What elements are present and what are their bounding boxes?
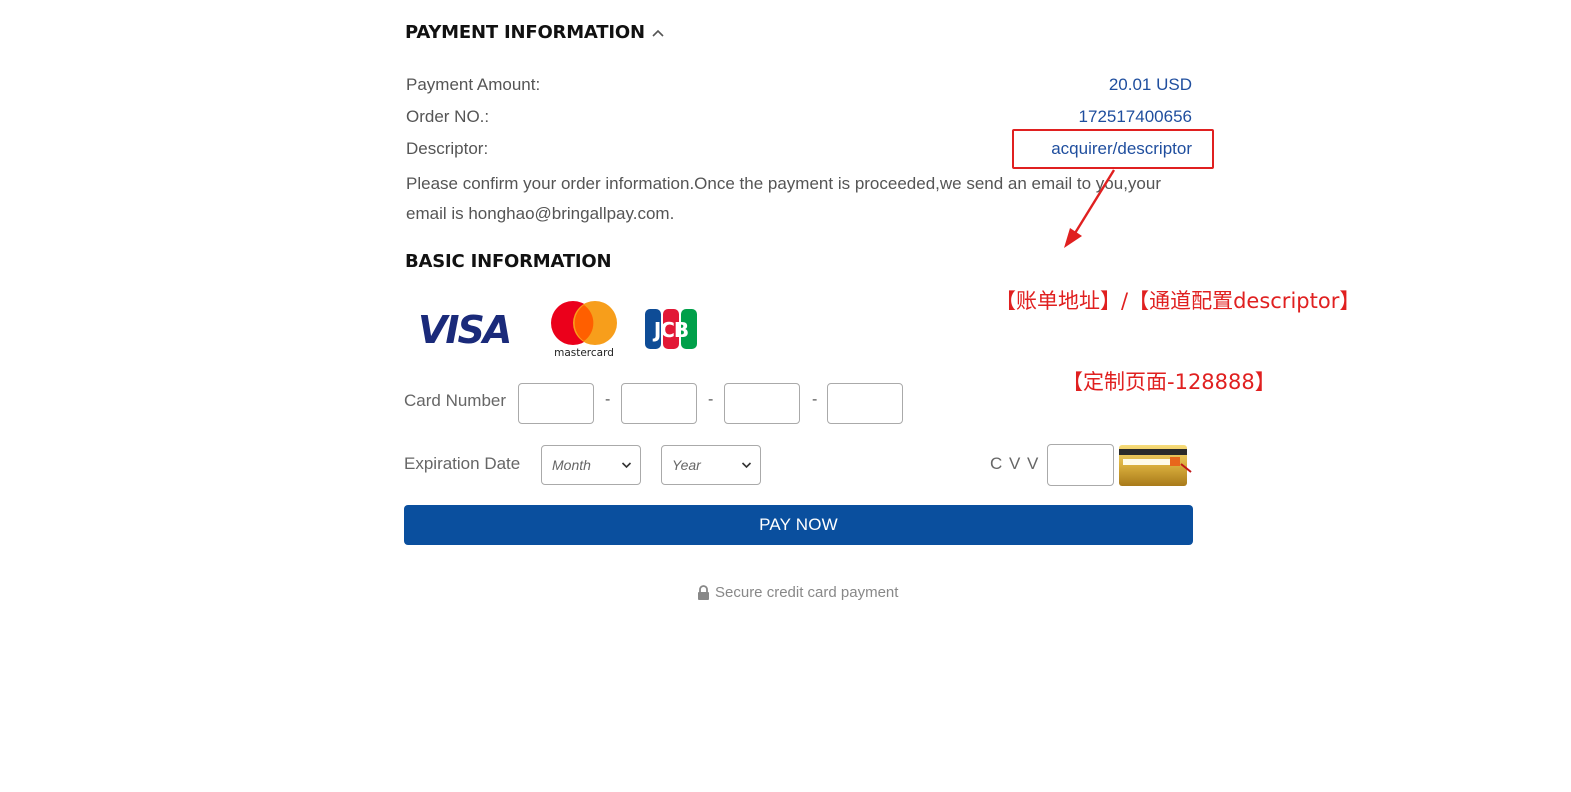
chevron-down-icon bbox=[741, 461, 752, 469]
chevron-up-icon[interactable] bbox=[651, 28, 665, 38]
descriptor-annotation: 【账单地址】/【通道配置descriptor】 bbox=[995, 289, 1361, 313]
descriptor-label: Descriptor: bbox=[406, 139, 489, 158]
svg-text:mastercard: mastercard bbox=[554, 347, 614, 359]
payment-information-title: PAYMENT INFORMATION bbox=[405, 22, 645, 43]
cvv-label: C V V bbox=[990, 454, 1040, 473]
secure-payment-note: Secure credit card payment bbox=[697, 584, 898, 601]
month-select[interactable]: Month bbox=[541, 445, 641, 485]
basic-information-title: BASIC INFORMATION bbox=[405, 251, 612, 272]
order-number-value: 172517400656 bbox=[1078, 107, 1192, 126]
descriptor-highlight-box bbox=[1012, 129, 1214, 169]
order-number-label: Order NO.: bbox=[406, 107, 490, 126]
cvv-card-back-icon bbox=[1118, 444, 1194, 488]
visa-logo: VISA bbox=[418, 309, 522, 349]
card-number-input-1[interactable] bbox=[518, 383, 594, 424]
month-select-value: Month bbox=[552, 457, 591, 473]
card-number-separator: - bbox=[708, 391, 714, 408]
card-number-separator: - bbox=[812, 391, 818, 408]
card-number-input-3[interactable] bbox=[724, 383, 800, 424]
lock-icon bbox=[697, 584, 710, 601]
annotation-arrow-icon bbox=[1060, 168, 1120, 250]
jcb-logo: JCB bbox=[644, 307, 698, 351]
custom-page-annotation: 【定制页面-128888】 bbox=[1062, 370, 1276, 394]
expiration-date-label: Expiration Date bbox=[404, 454, 521, 473]
pay-now-button[interactable]: PAY NOW bbox=[404, 505, 1193, 545]
card-brand-logos: VISA mastercard JCB bbox=[418, 298, 698, 360]
card-number-separator: - bbox=[605, 391, 611, 408]
secure-payment-text: Secure credit card payment bbox=[715, 584, 899, 601]
card-number-label: Card Number bbox=[404, 391, 507, 410]
card-number-input-4[interactable] bbox=[827, 383, 903, 424]
payment-information-heading[interactable]: PAYMENT INFORMATION bbox=[405, 22, 665, 43]
svg-text:VISA: VISA bbox=[418, 309, 510, 349]
payment-amount-label: Payment Amount: bbox=[406, 75, 541, 94]
basic-information-heading: BASIC INFORMATION bbox=[405, 251, 612, 272]
chevron-down-icon bbox=[621, 461, 632, 469]
svg-text:JCB: JCB bbox=[652, 318, 688, 342]
cvv-input[interactable] bbox=[1047, 444, 1114, 486]
card-number-input-2[interactable] bbox=[621, 383, 697, 424]
mastercard-logo: mastercard bbox=[548, 298, 622, 360]
payment-amount-value: 20.01 USD bbox=[1108, 75, 1192, 94]
year-select[interactable]: Year bbox=[661, 445, 761, 485]
payment-amount-row: Payment Amount: 20.01 USD bbox=[406, 74, 1192, 96]
order-number-row: Order NO.: 172517400656 bbox=[406, 106, 1192, 128]
year-select-value: Year bbox=[672, 457, 701, 473]
